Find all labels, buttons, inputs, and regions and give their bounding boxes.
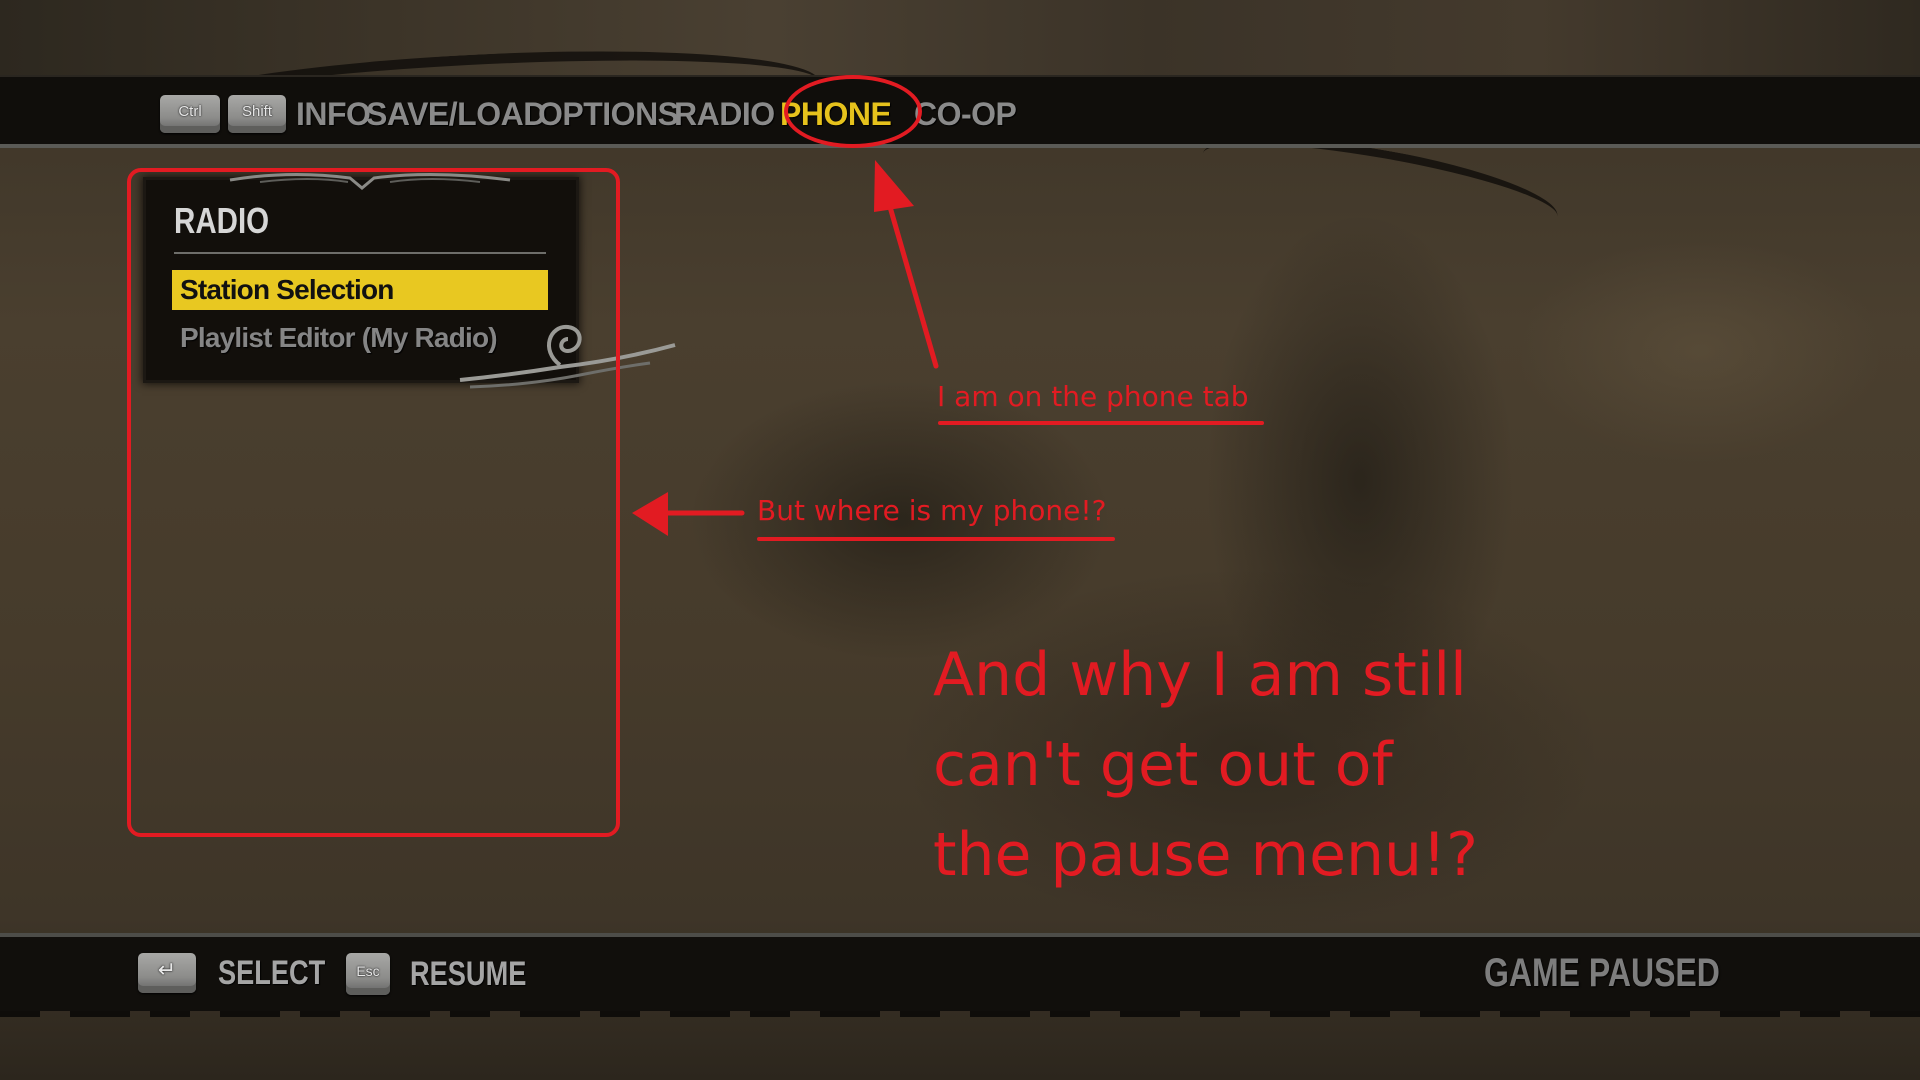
tab-co-op[interactable]: CO-OP xyxy=(914,96,1017,132)
resume-label: RESUME xyxy=(410,954,527,993)
tab-radio[interactable]: RADIO xyxy=(674,96,775,132)
annotation-pause-menu-note: And why I am still can't get out of the … xyxy=(933,640,1478,890)
select-hint[interactable]: ↵ SELECT xyxy=(138,953,352,993)
tab-info[interactable]: INFO xyxy=(296,96,371,132)
annotation-underline xyxy=(757,537,1115,541)
tab-save-load[interactable]: SAVE/LOAD xyxy=(366,96,546,132)
resume-hint[interactable]: Esc RESUME xyxy=(346,953,555,995)
bottom-hint-bar: ↵ SELECT Esc RESUME GAME PAUSED xyxy=(0,933,1920,1017)
annotation-circle-phone-tab xyxy=(784,75,922,148)
annotation-underline xyxy=(938,421,1264,425)
ctrl-key-icon: Ctrl xyxy=(160,95,220,133)
pause-menu-tab-bar: Ctrl Shift INFO SAVE/LOAD OPTIONS RADIO … xyxy=(0,75,1920,148)
annotation-phone-tab-note: I am on the phone tab xyxy=(937,380,1249,413)
arrow-up-line xyxy=(885,197,939,369)
annotation-highlight-box xyxy=(127,168,620,837)
esc-key-icon: Esc xyxy=(346,953,390,995)
select-label: SELECT xyxy=(218,953,326,992)
tab-options[interactable]: OPTIONS xyxy=(538,96,679,132)
background-top xyxy=(0,0,1920,75)
arrow-left-head-icon xyxy=(632,492,668,536)
game-paused-status: GAME PAUSED xyxy=(1484,951,1720,995)
arrow-up-head-icon xyxy=(874,160,914,212)
annotation-where-phone-note: But where is my phone!? xyxy=(757,494,1107,527)
shift-key-icon: Shift xyxy=(228,95,286,133)
enter-key-icon: ↵ xyxy=(138,953,196,993)
